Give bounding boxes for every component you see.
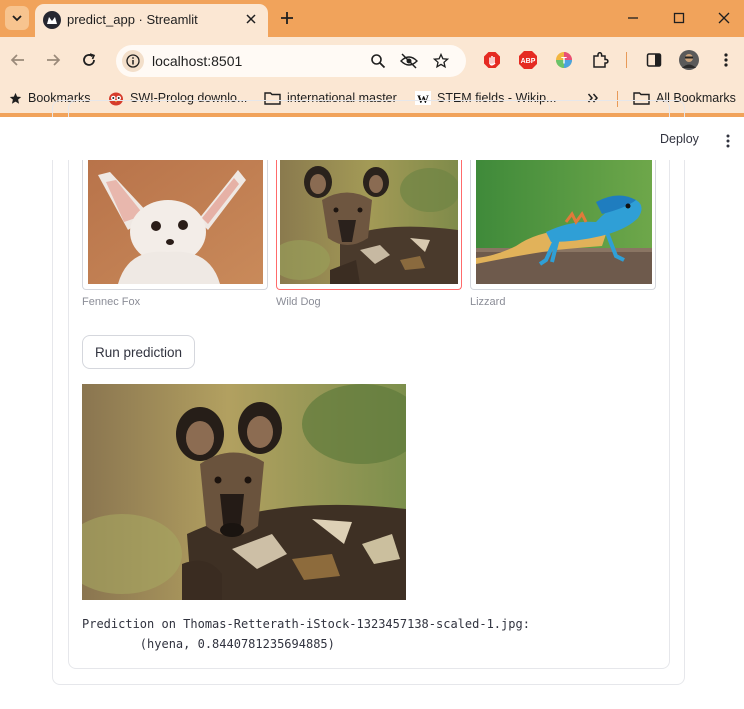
browser-toolbar: localhost:8501 ABP T: [0, 37, 744, 83]
reload-icon[interactable]: [77, 48, 101, 72]
colorful-extension-icon[interactable]: T: [554, 50, 574, 70]
url-text: localhost:8501: [152, 53, 243, 69]
forward-arrow-icon[interactable]: [41, 48, 65, 72]
abp-extension-icon[interactable]: ABP: [518, 50, 538, 70]
adblock-icon[interactable]: [482, 50, 502, 70]
tab-search-button[interactable]: [5, 6, 29, 30]
zoom-icon[interactable]: [368, 51, 388, 71]
profile-avatar-icon[interactable]: [679, 50, 699, 70]
star-icon: [9, 92, 22, 104]
toolbar-divider: [626, 52, 627, 68]
svg-text:ABP: ABP: [521, 58, 536, 65]
svg-text:T: T: [561, 56, 567, 66]
chrome-menu-icon[interactable]: [716, 50, 736, 70]
image-card-wild-dog[interactable]: [276, 160, 462, 290]
minimize-icon[interactable]: [618, 6, 648, 30]
wild-dog-thumbnail: [280, 160, 458, 284]
run-prediction-button[interactable]: Run prediction: [82, 335, 195, 369]
deploy-button[interactable]: Deploy: [660, 132, 699, 146]
tab-title: predict_app · Streamlit: [67, 12, 198, 27]
side-panel-icon[interactable]: [644, 50, 664, 70]
app-header: [0, 117, 744, 160]
fennec-fox-image: [88, 160, 263, 284]
image-card-lizzard[interactable]: [470, 160, 656, 290]
chevron-down-icon: [12, 15, 22, 22]
image-caption: Lizzard: [470, 296, 506, 308]
browser-tab[interactable]: predict_app · Streamlit: [35, 4, 268, 37]
star-icon[interactable]: [431, 51, 451, 71]
lizard-image: [476, 160, 652, 284]
new-tab-icon[interactable]: [276, 7, 298, 29]
site-info-icon[interactable]: [122, 50, 144, 72]
address-bar[interactable]: localhost:8501: [116, 45, 466, 77]
puzzle-icon[interactable]: [590, 50, 610, 70]
image-card-fennec-fox[interactable]: [82, 160, 268, 290]
close-tab-icon[interactable]: [241, 9, 261, 29]
prediction-line: Prediction on Thomas-Retterath-iStock-13…: [82, 617, 530, 631]
main-menu-icon[interactable]: [721, 132, 735, 150]
close-window-icon[interactable]: [709, 6, 739, 30]
eye-slash-icon[interactable]: [399, 51, 419, 71]
streamlit-favicon: [43, 11, 61, 29]
image-caption: Fennec Fox: [82, 296, 141, 308]
maximize-icon[interactable]: [664, 6, 694, 30]
wild-dog-result-image: [82, 384, 406, 600]
prediction-output: Prediction on Thomas-Retterath-iStock-13…: [82, 614, 530, 654]
image-caption: Wild Dog: [276, 296, 321, 308]
back-arrow-icon[interactable]: [6, 48, 30, 72]
tab-strip: predict_app · Streamlit: [0, 0, 744, 37]
prediction-result: (hyena, 0.8440781235694885): [82, 637, 335, 651]
